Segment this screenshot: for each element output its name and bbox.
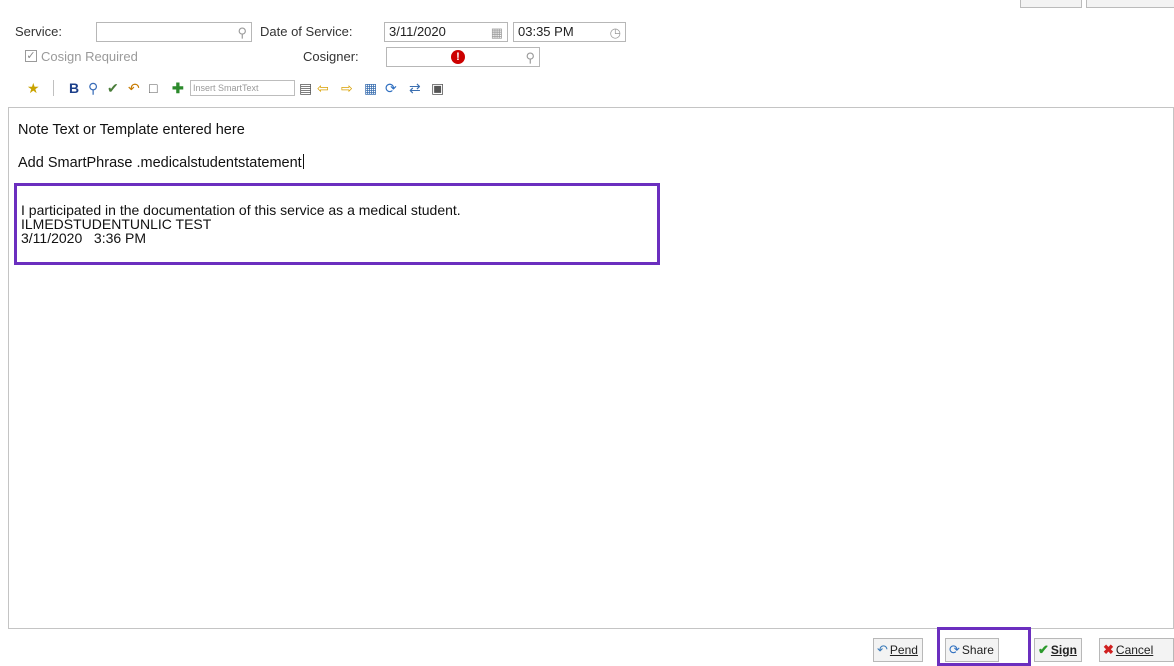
- expand-icon[interactable]: ▣: [431, 80, 444, 96]
- statement-line-1: I participated in the documentation of t…: [21, 202, 461, 218]
- clock-icon[interactable]: ◷: [610, 24, 621, 42]
- pend-icon: ↶: [877, 642, 888, 657]
- undo-icon[interactable]: ↶: [128, 80, 140, 96]
- cosigner-field[interactable]: ! ⚲: [386, 47, 540, 67]
- service-field[interactable]: ⚲: [96, 22, 252, 42]
- spellcheck-icon[interactable]: ✔: [107, 80, 119, 96]
- cosign-required-checkbox[interactable]: ✓: [25, 50, 37, 62]
- note-line-2: Add SmartPhrase .medicalstudentstatement: [18, 154, 304, 171]
- sign-label: Sign: [1050, 643, 1077, 657]
- note-line-1: Note Text or Template entered here: [18, 122, 245, 138]
- insert-icon[interactable]: ▦: [364, 80, 377, 96]
- add-icon[interactable]: ✚: [172, 80, 184, 96]
- next-icon[interactable]: ⇨: [341, 80, 353, 96]
- date-of-service-field[interactable]: 3/11/2020 ▦: [384, 22, 508, 42]
- share-highlight: [937, 627, 1031, 666]
- sign-button[interactable]: ✔ Sign: [1034, 638, 1082, 662]
- previous-icon[interactable]: ⇦: [317, 80, 329, 96]
- required-alert-icon: !: [451, 50, 465, 64]
- refresh-icon[interactable]: ⟳: [385, 80, 397, 96]
- time-value: 03:35 PM: [518, 24, 574, 39]
- help-icon[interactable]: □: [149, 80, 157, 96]
- statement-line-3: 3/11/2020 3:36 PM: [21, 230, 147, 246]
- link-icon[interactable]: ⇄: [409, 80, 421, 96]
- calendar-icon[interactable]: ▦: [491, 24, 503, 42]
- bold-icon[interactable]: B: [69, 80, 79, 96]
- cancel-button[interactable]: ✖ Cancel: [1099, 638, 1174, 662]
- search-icon[interactable]: ⚲: [237, 24, 247, 42]
- toolbar-divider: [53, 80, 54, 96]
- pend-label: Pend: [889, 643, 918, 657]
- statement-line-2: ILMEDSTUDENTUNLIC TEST: [21, 216, 212, 232]
- smartphrase-text: Add SmartPhrase .medicalstudentstatement: [18, 155, 302, 171]
- cancel-label: Cancel: [1115, 643, 1154, 657]
- find-icon[interactable]: ⚲: [88, 80, 98, 96]
- star-icon[interactable]: ★: [27, 80, 40, 96]
- pend-button[interactable]: ↶ Pend: [873, 638, 923, 662]
- date-of-service-label: Date of Service:: [260, 24, 353, 39]
- cosigner-label: Cosigner:: [303, 49, 359, 64]
- medical-student-statement: I participated in the documentation of t…: [14, 183, 660, 265]
- time-field[interactable]: 03:35 PM ◷: [513, 22, 626, 42]
- text-cursor: [302, 154, 304, 169]
- top-right-button-1[interactable]: [1020, 0, 1082, 8]
- checkmark-icon: ✔: [1038, 642, 1049, 657]
- date-value: 3/11/2020: [389, 24, 446, 39]
- service-label: Service:: [15, 24, 62, 39]
- close-icon: ✖: [1103, 642, 1114, 657]
- search-icon[interactable]: ⚲: [525, 49, 535, 67]
- cosign-required-label: Cosign Required: [41, 49, 138, 64]
- smartlist-icon[interactable]: ▤: [299, 80, 312, 96]
- top-right-button-2[interactable]: [1086, 0, 1174, 8]
- insert-smarttext-input[interactable]: Insert SmartText: [190, 80, 295, 96]
- insert-smarttext-placeholder: Insert SmartText: [193, 83, 259, 93]
